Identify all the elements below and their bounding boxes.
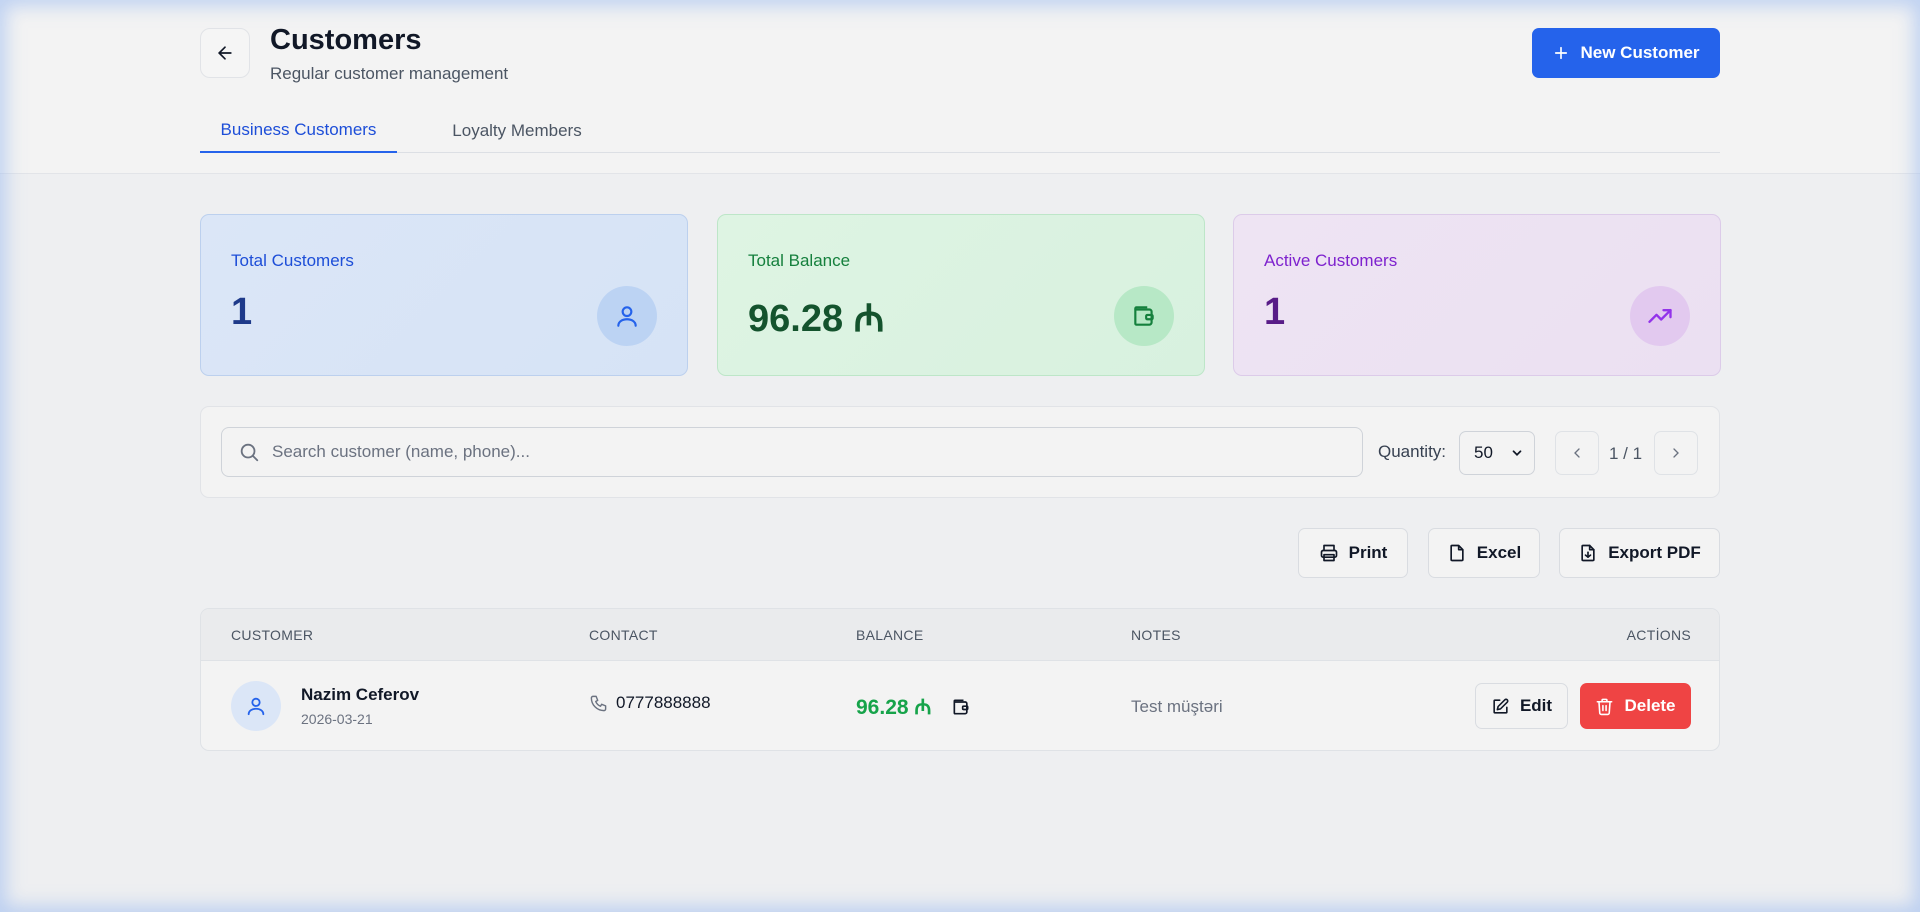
new-customer-button[interactable]: New Customer <box>1532 28 1720 78</box>
column-header-actions: ACTİONS <box>1626 627 1691 643</box>
quantity-select[interactable]: 50 <box>1459 431 1535 475</box>
stat-value: 1 <box>1264 291 1286 333</box>
avatar <box>231 681 281 731</box>
stat-label: Total Balance <box>748 251 851 270</box>
balance-value: 96.28 ₼ <box>856 696 932 719</box>
print-button[interactable]: Print <box>1298 528 1408 578</box>
page-title: Customers <box>270 24 422 56</box>
page-indicator: 1 / 1 <box>1609 444 1643 463</box>
column-header-balance: BALANCE <box>856 627 924 643</box>
table-header: CUSTOMER CONTACT BALANCE NOTES ACTİONS <box>201 609 1719 661</box>
stat-label: Total Customers <box>231 251 354 270</box>
trending-up-icon <box>1630 286 1690 346</box>
column-header-customer: CUSTOMER <box>231 627 314 643</box>
chevron-down-icon <box>1512 450 1522 456</box>
column-header-notes: NOTES <box>1131 627 1181 643</box>
stat-label: Active Customers <box>1264 251 1398 270</box>
user-icon <box>247 697 265 716</box>
stat-value: 96.28 ₼ <box>748 298 885 340</box>
customer-name: Nazim Ceferov <box>301 685 420 704</box>
customer-date: 2026-03-21 <box>301 711 373 727</box>
stat-value: 1 <box>231 291 253 333</box>
quantity-value: 50 <box>1474 443 1493 462</box>
new-customer-label: New Customer <box>1580 43 1700 62</box>
chevron-left-icon <box>1574 448 1580 458</box>
print-label: Print <box>1348 543 1388 562</box>
export-pdf-label: Export PDF <box>1608 543 1701 562</box>
phone-icon <box>590 695 607 711</box>
excel-label: Excel <box>1476 543 1522 562</box>
edit-label: Edit <box>1519 696 1553 715</box>
search-box[interactable] <box>221 427 1363 477</box>
back-button[interactable] <box>200 28 250 78</box>
file-icon <box>1450 544 1464 562</box>
plus-icon <box>1555 46 1568 60</box>
wallet-icon[interactable] <box>951 697 971 717</box>
chevron-right-icon <box>1673 448 1679 458</box>
trash-icon <box>1597 698 1613 715</box>
customer-contact: 0777888888 <box>589 693 711 713</box>
edit-icon <box>1493 698 1509 714</box>
printer-icon <box>1320 544 1337 562</box>
column-header-contact: CONTACT <box>589 627 658 643</box>
prev-page-button[interactable] <box>1555 431 1599 475</box>
delete-button[interactable]: Delete <box>1580 683 1691 729</box>
wallet-icon <box>1114 286 1174 346</box>
file-download-icon <box>1581 544 1595 562</box>
user-icon <box>597 286 657 346</box>
arrow-left-icon <box>218 46 232 60</box>
excel-button[interactable]: Excel <box>1428 528 1540 578</box>
export-pdf-button[interactable]: Export PDF <box>1559 528 1720 578</box>
stat-card-total-balance: Total Balance 96.28 ₼ <box>717 214 1205 376</box>
tab-business-customers[interactable]: Business Customers <box>200 108 397 153</box>
stat-card-active-customers: Active Customers 1 <box>1233 214 1721 376</box>
tab-bar: Business Customers Loyalty Members <box>200 108 1720 153</box>
page-subtitle: Regular customer management <box>270 64 509 83</box>
search-input[interactable] <box>272 442 1322 462</box>
customer-balance: 96.28 ₼ <box>856 693 971 721</box>
quantity-label: Quantity: <box>1378 442 1447 461</box>
tab-loyalty-members[interactable]: Loyalty Members <box>430 108 604 153</box>
edit-button[interactable]: Edit <box>1475 683 1568 729</box>
customer-phone: 0777888888 <box>616 693 711 712</box>
search-toolbar: Quantity: 50 1 / 1 <box>200 406 1720 498</box>
delete-label: Delete <box>1624 696 1676 715</box>
customers-table: CUSTOMER CONTACT BALANCE NOTES ACTİONS N… <box>200 608 1720 751</box>
customer-notes: Test müştəri <box>1131 697 1223 716</box>
next-page-button[interactable] <box>1654 431 1698 475</box>
stat-card-total-customers: Total Customers 1 <box>200 214 688 376</box>
search-icon <box>240 443 259 462</box>
